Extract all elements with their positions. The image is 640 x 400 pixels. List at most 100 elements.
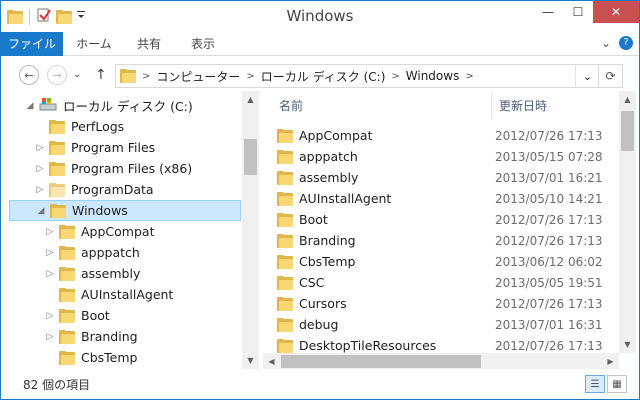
address-bar[interactable]: > コンピューター > ローカル ディスク (C:) > Windows > <box>115 64 599 88</box>
file-date: 2013/07/01 16:21 <box>495 170 603 185</box>
folder-icon <box>49 140 65 155</box>
expand-arrow-icon[interactable]: ▷ <box>45 248 55 258</box>
expand-arrow-icon[interactable]: ▷ <box>35 143 45 153</box>
breadcrumb-windows[interactable]: Windows <box>406 69 460 83</box>
tree-item[interactable]: ▷ Program Files (x86) <box>35 158 193 179</box>
file-row[interactable]: CSC 2013/05/05 19:51 <box>277 272 603 293</box>
drive-icon <box>39 97 57 114</box>
breadcrumb-separator-icon[interactable]: > <box>465 71 473 82</box>
tree-item[interactable]: CbsTemp <box>45 347 138 368</box>
expand-arrow-icon[interactable]: ▷ <box>35 164 45 174</box>
forward-button[interactable]: → <box>47 65 67 85</box>
tree-item[interactable]: ▷ Branding <box>45 326 138 347</box>
file-date: 2012/07/26 17:13 <box>495 128 603 143</box>
folder-icon <box>59 308 75 323</box>
folder-icon <box>59 245 75 260</box>
navigation-bar: ← → ⌄ ↑ > コンピューター > ローカル ディスク (C:) > Win… <box>1 59 639 91</box>
scroll-down-arrow[interactable]: ▼ <box>619 336 636 353</box>
tree-item[interactable]: ◢ ローカル ディスク (C:) <box>25 95 193 116</box>
expand-arrow-icon[interactable]: ◢ <box>36 206 46 216</box>
maximize-button[interactable]: ☐ <box>563 1 593 23</box>
tree-item-label: CbsTemp <box>81 350 138 365</box>
scroll-up-arrow[interactable]: ▲ <box>619 91 636 108</box>
expand-arrow-icon[interactable]: ◢ <box>25 101 35 111</box>
breadcrumb-local-disk[interactable]: ローカル ディスク (C:) <box>261 68 386 85</box>
folder-icon <box>277 317 293 332</box>
file-name: CbsTemp <box>299 254 356 269</box>
file-row[interactable]: apppatch 2013/05/15 07:28 <box>277 146 603 167</box>
address-dropdown-button[interactable]: ⌄ <box>575 64 599 88</box>
tab-share[interactable]: 共有 <box>125 32 173 56</box>
scroll-down-arrow[interactable]: ▼ <box>242 352 259 369</box>
folder-icon <box>120 69 136 83</box>
column-header-date[interactable]: 更新日時 <box>499 97 547 114</box>
folder-icon <box>277 170 293 185</box>
expand-arrow-icon[interactable]: ▷ <box>45 311 55 321</box>
file-list: 名前 更新日時 AppCompat 2012/07/26 17:13 apppatc… <box>263 91 639 369</box>
expand-ribbon-icon[interactable]: ⌄ <box>601 36 611 50</box>
large-icons-view-icon[interactable]: ▦ <box>607 375 627 393</box>
tree-item[interactable]: ▷ assembly <box>45 263 141 284</box>
expand-arrow-icon[interactable]: ▷ <box>35 185 45 195</box>
tree-item[interactable]: PerfLogs <box>35 116 124 137</box>
tree-item[interactable]: ▷ ProgramData <box>35 179 154 200</box>
column-divider[interactable] <box>491 93 492 119</box>
tree-item[interactable]: ▷ Boot <box>45 305 110 326</box>
file-row[interactable]: AppCompat 2012/07/26 17:13 <box>277 125 603 146</box>
folder-icon <box>277 254 293 269</box>
back-button[interactable]: ← <box>19 65 39 85</box>
breadcrumb-separator-icon[interactable]: > <box>391 71 399 82</box>
scroll-up-arrow[interactable]: ▲ <box>242 91 259 108</box>
folder-icon <box>277 191 293 206</box>
column-header-name[interactable]: 名前 <box>279 97 303 114</box>
breadcrumb-computer[interactable]: コンピューター <box>156 68 240 85</box>
up-button[interactable]: ↑ <box>95 67 107 83</box>
file-row[interactable]: debug 2013/07/01 16:31 <box>277 314 603 335</box>
scroll-left-arrow[interactable]: ◀ <box>263 353 280 369</box>
folder-icon <box>277 296 293 311</box>
horizontal-scroll-thumb[interactable] <box>281 355 481 368</box>
file-row[interactable]: Cursors 2012/07/26 17:13 <box>277 293 603 314</box>
tab-view[interactable]: 表示 <box>177 32 229 56</box>
nav-scroll-thumb[interactable] <box>244 139 257 175</box>
expand-arrow-icon[interactable]: ▷ <box>45 332 55 342</box>
tree-item[interactable]: ▷ AppCompat <box>45 221 155 242</box>
close-button[interactable]: ✕ <box>593 1 639 23</box>
file-name: AUInstallAgent <box>299 191 392 206</box>
nav-scrollbar[interactable]: ▲ ▼ <box>242 91 259 369</box>
expand-arrow-icon[interactable]: ▷ <box>45 227 55 237</box>
tree-item[interactable]: ▷ Program Files <box>35 137 156 158</box>
window-controls: — ☐ ✕ <box>533 1 639 23</box>
status-bar: 82 個の項目 ☰ ▦ <box>1 370 639 399</box>
recent-locations-button[interactable]: ⌄ <box>73 69 81 80</box>
tab-file[interactable]: ファイル <box>1 32 63 56</box>
breadcrumb-separator-icon[interactable]: > <box>246 71 254 82</box>
tree-item[interactable]: AUInstallAgent <box>45 284 173 305</box>
folder-icon <box>277 233 293 248</box>
refresh-button[interactable]: ⟳ <box>599 64 623 88</box>
details-view-icon[interactable]: ☰ <box>585 375 605 393</box>
file-list-scrollbar[interactable]: ▲ ▼ <box>619 91 636 353</box>
horizontal-scrollbar[interactable]: ◀ ▶ <box>263 353 619 369</box>
file-row[interactable]: Boot 2012/07/26 17:13 <box>277 209 603 230</box>
file-row[interactable]: AUInstallAgent 2013/05/10 14:21 <box>277 188 603 209</box>
file-row[interactable]: CbsTemp 2013/06/12 06:02 <box>277 251 603 272</box>
minimize-button[interactable]: — <box>533 1 563 23</box>
tree-item[interactable]: ▷ apppatch <box>45 242 140 263</box>
file-name: CSC <box>299 275 325 290</box>
file-row[interactable]: assembly 2013/07/01 16:21 <box>277 167 603 188</box>
breadcrumb-separator-icon[interactable]: > <box>142 71 150 82</box>
scroll-right-arrow[interactable]: ▶ <box>602 353 619 369</box>
folder-icon <box>59 350 75 365</box>
folder-icon <box>277 338 293 353</box>
help-icon[interactable]: ? <box>619 36 633 50</box>
file-name: Boot <box>299 212 328 227</box>
tab-home[interactable]: ホーム <box>67 32 121 56</box>
tree-item-label: assembly <box>81 266 141 281</box>
file-list-scroll-thumb[interactable] <box>621 111 634 151</box>
tree-item-label: PerfLogs <box>71 119 125 134</box>
file-row[interactable]: Branding 2012/07/26 17:13 <box>277 230 603 251</box>
file-name: AppCompat <box>299 128 373 143</box>
expand-arrow-icon[interactable]: ▷ <box>45 269 55 279</box>
tree-item[interactable]: ◢ Windows <box>9 200 241 221</box>
